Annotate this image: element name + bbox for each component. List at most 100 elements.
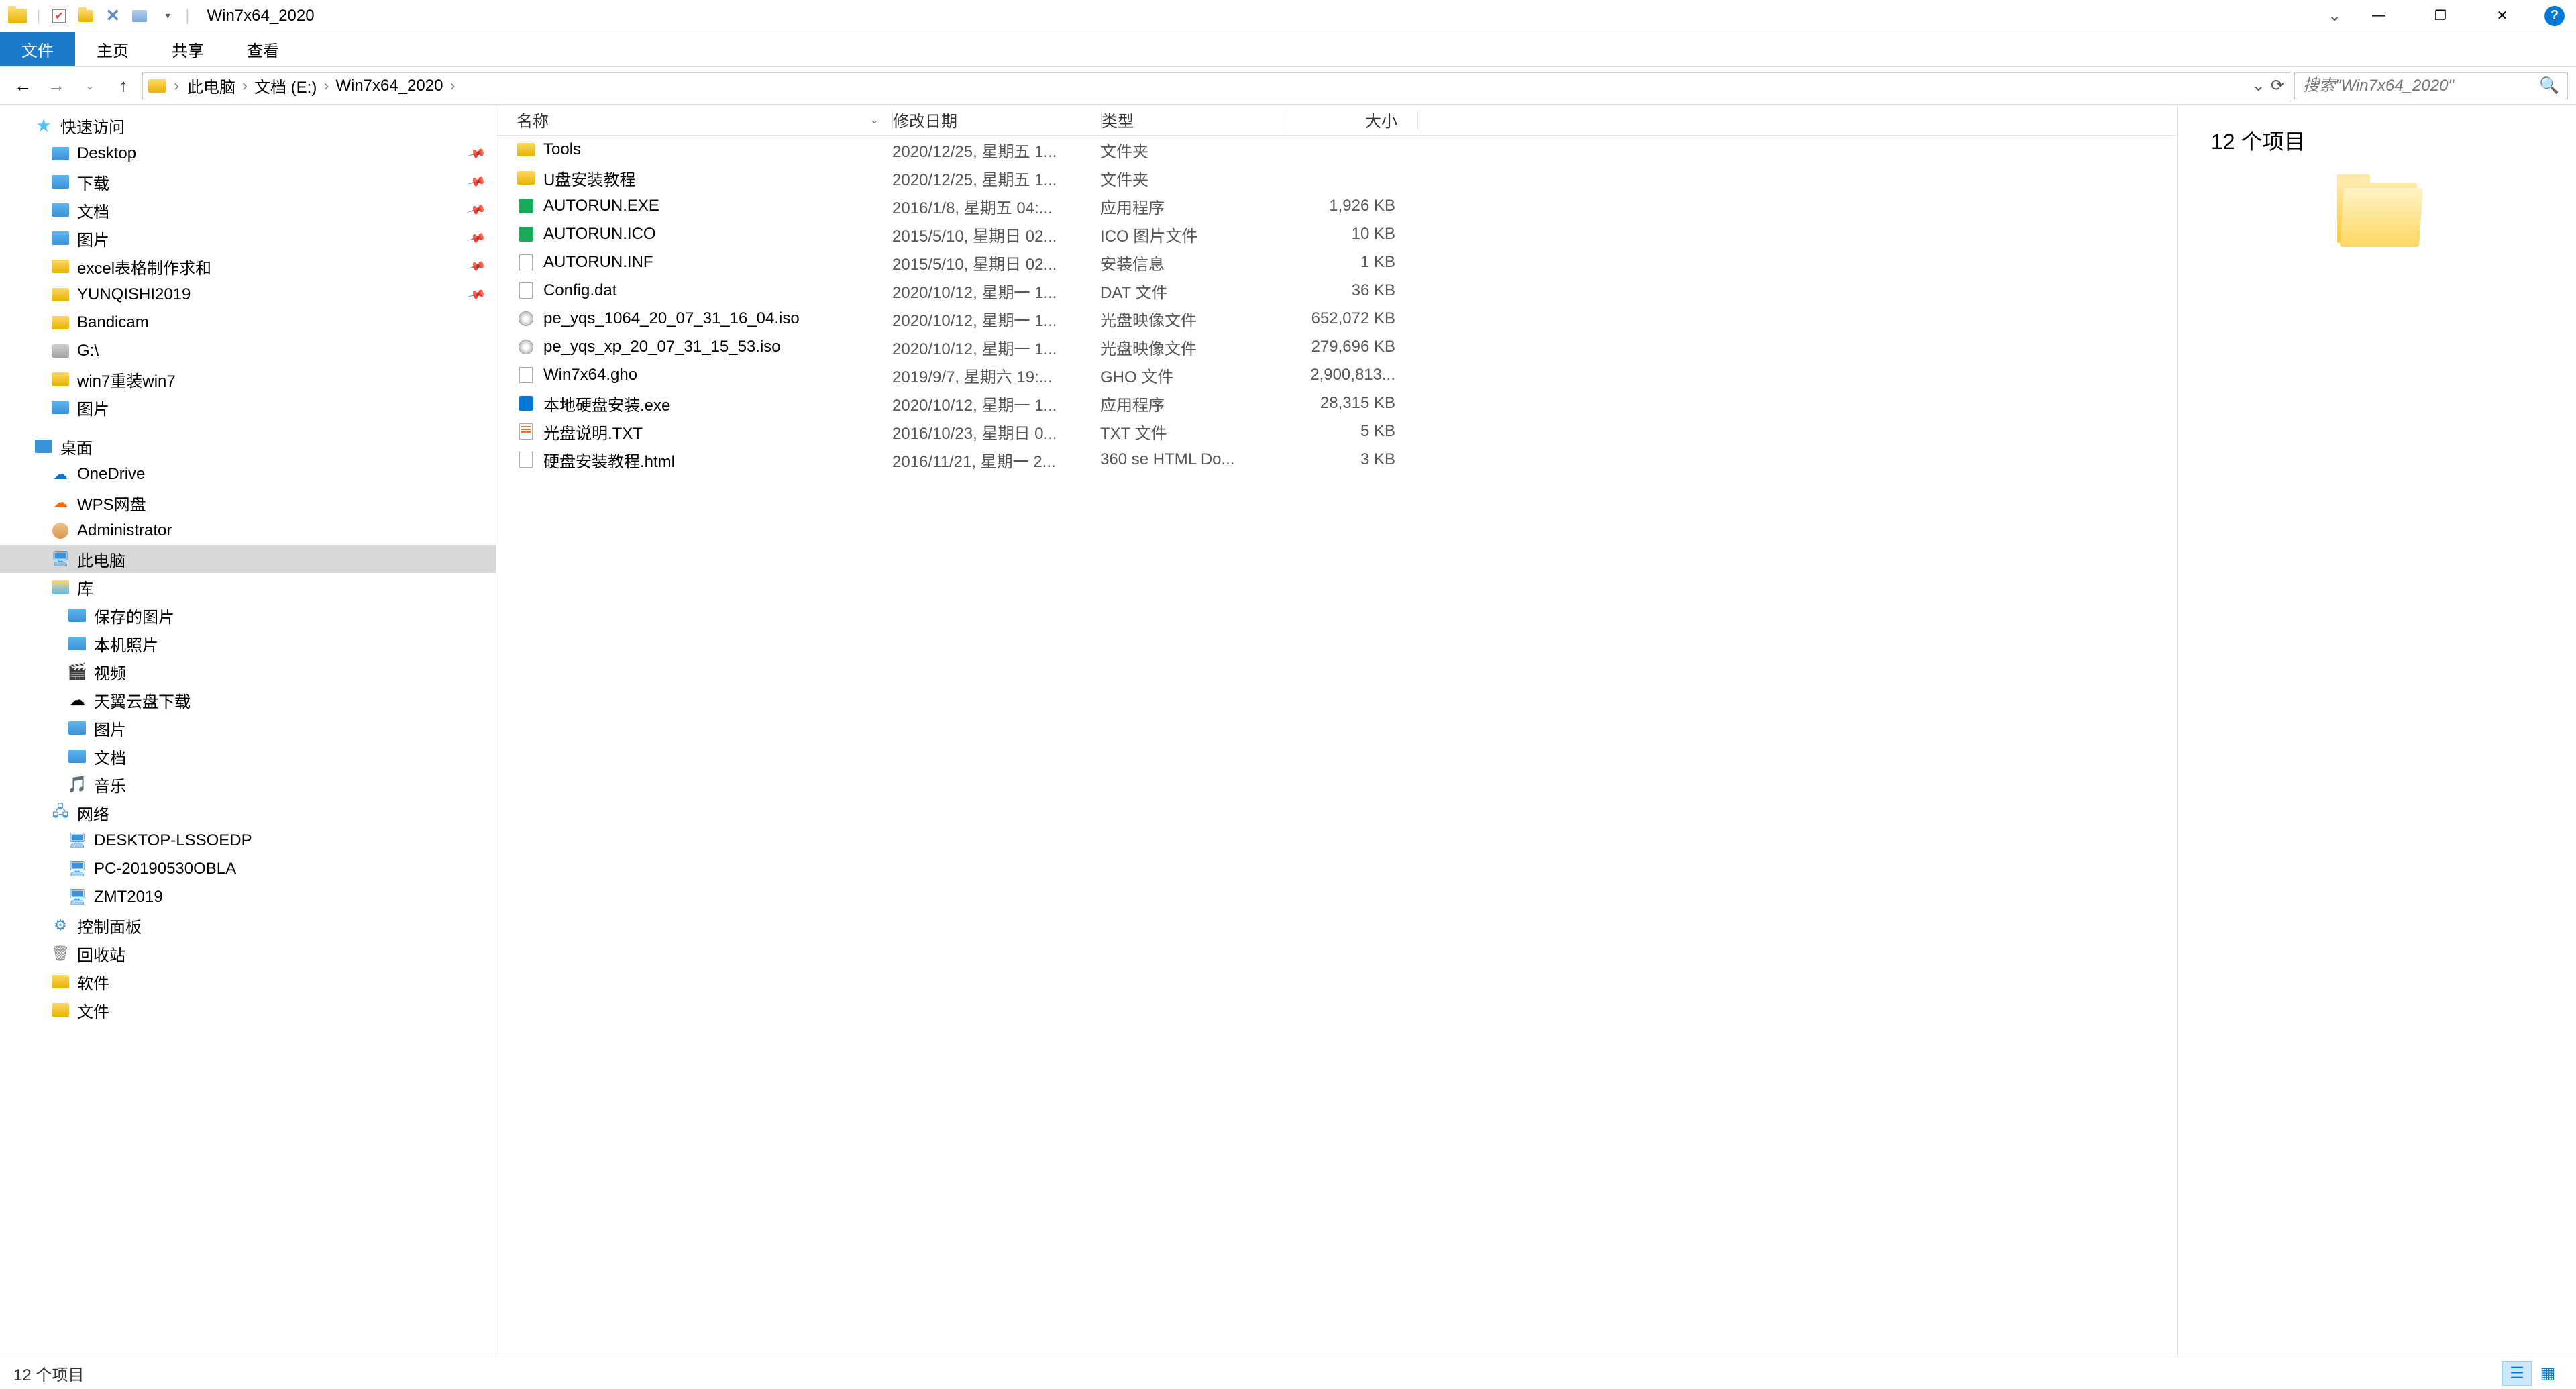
tree-lib-item[interactable]: 文档	[0, 742, 496, 770]
file-date: 2019/9/7, 星期六 19:...	[892, 364, 1100, 387]
breadcrumb-item[interactable]: Win7x64_2020	[335, 76, 443, 95]
tab-share[interactable]: 共享	[150, 32, 225, 66]
tree-label: 视频	[94, 660, 126, 684]
column-date[interactable]: 修改日期	[893, 108, 1101, 132]
refresh-icon[interactable]: ⟳	[2271, 76, 2284, 95]
maximize-button[interactable]: ❐	[2410, 0, 2471, 32]
window-title: Win7x64_2020	[207, 7, 314, 25]
tree-onedrive[interactable]: ☁OneDrive	[0, 460, 496, 488]
tree-lib-item[interactable]: 🎬视频	[0, 658, 496, 686]
file-date: 2015/5/10, 星期日 02...	[892, 251, 1100, 274]
minimize-button[interactable]: —	[2348, 0, 2410, 32]
tab-view[interactable]: 查看	[225, 32, 301, 66]
details-view-button[interactable]: ☰	[2502, 1361, 2532, 1386]
tree-label: 图片	[94, 717, 126, 740]
tree-network-pc[interactable]: 🖥ZMT2019	[0, 883, 496, 911]
pc-icon: 🖥	[67, 831, 87, 851]
qat-properties-icon[interactable]: ✔	[47, 4, 71, 28]
chevron-right-icon[interactable]: ›	[242, 76, 248, 95]
column-separator[interactable]	[1417, 111, 1418, 130]
tree-pictures[interactable]: 图片	[0, 393, 496, 421]
column-name[interactable]: 名称⌄	[496, 108, 892, 132]
tree-wps[interactable]: ☁WPS网盘	[0, 488, 496, 517]
qat-customize-icon[interactable]: ▾	[154, 4, 178, 28]
search-icon[interactable]: 🔍	[2539, 76, 2559, 95]
tree-label: YUNQISHI2019	[77, 285, 191, 304]
file-row[interactable]: U盘安装教程2020/12/25, 星期五 1...文件夹	[496, 164, 2177, 192]
tree-folder[interactable]: win7重装win7	[0, 365, 496, 393]
tree-folder[interactable]: Bandicam	[0, 309, 496, 337]
tab-home[interactable]: 主页	[75, 32, 150, 66]
column-type[interactable]: 类型	[1102, 108, 1283, 132]
tree-lib-item[interactable]: 本机照片	[0, 629, 496, 658]
tree-folder[interactable]: 文件	[0, 996, 496, 1024]
tree-lib-item[interactable]: 🎵音乐	[0, 770, 496, 799]
file-row[interactable]: Win7x64.gho2019/9/7, 星期六 19:...GHO 文件2,9…	[496, 361, 2177, 389]
back-button[interactable]: ←	[8, 71, 38, 101]
file-row[interactable]: 光盘说明.TXT2016/10/23, 星期日 0...TXT 文件5 KB	[496, 417, 2177, 446]
file-type: 360 se HTML Do...	[1100, 450, 1281, 469]
tree-network[interactable]: 🖧网络	[0, 799, 496, 827]
search-box[interactable]: 🔍	[2294, 72, 2568, 99]
music-icon: 🎵	[67, 774, 87, 794]
app-icon[interactable]	[5, 4, 30, 28]
tree-drive[interactable]: G:\	[0, 337, 496, 365]
tree-lib-item[interactable]: ☁天翼云盘下载	[0, 686, 496, 714]
tree-quick-access[interactable]: ★快速访问	[0, 111, 496, 140]
icons-view-button[interactable]: ▦	[2533, 1361, 2563, 1386]
qat-undo-icon[interactable]	[127, 4, 152, 28]
tree-control-panel[interactable]: ⚙控制面板	[0, 911, 496, 939]
tree-user[interactable]: Administrator	[0, 517, 496, 545]
file-size: 10 KB	[1281, 225, 1415, 244]
file-row[interactable]: AUTORUN.INF2015/5/10, 星期日 02...安装信息1 KB	[496, 248, 2177, 276]
tree-folder[interactable]: 软件	[0, 968, 496, 996]
tree-documents[interactable]: 文档📌	[0, 196, 496, 224]
file-row[interactable]: pe_yqs_1064_20_07_31_16_04.iso2020/10/12…	[496, 305, 2177, 333]
tab-file[interactable]: 文件	[0, 32, 75, 66]
breadcrumb-item[interactable]: 此电脑	[187, 74, 235, 97]
address-bar[interactable]: › 此电脑 › 文档 (E:) › Win7x64_2020 › ⌄⟳	[142, 72, 2290, 99]
tree-folder[interactable]: YUNQISHI2019📌	[0, 280, 496, 309]
up-button[interactable]: ↑	[109, 71, 138, 101]
chevron-right-icon[interactable]: ›	[323, 76, 329, 95]
help-button[interactable]: ?	[2538, 0, 2571, 32]
tree-downloads[interactable]: 下载📌	[0, 168, 496, 196]
file-row[interactable]: 硬盘安装教程.html2016/11/21, 星期一 2...360 se HT…	[496, 446, 2177, 474]
recent-locations-icon[interactable]: ⌄	[75, 71, 105, 101]
tree-recycle-bin[interactable]: 🗑回收站	[0, 939, 496, 968]
file-type: ICO 图片文件	[1100, 223, 1281, 246]
breadcrumb-item[interactable]: 文档 (E:)	[254, 74, 317, 97]
folder-icon	[50, 256, 70, 276]
forward-button[interactable]: →	[42, 71, 71, 101]
tree-desktop[interactable]: Desktop📌	[0, 140, 496, 168]
tree-lib-item[interactable]: 保存的图片	[0, 601, 496, 629]
column-size[interactable]: 大小	[1283, 108, 1417, 132]
tree-libraries[interactable]: 库	[0, 573, 496, 601]
tree-desktop-root[interactable]: 桌面	[0, 432, 496, 460]
address-dropdown[interactable]: ⌄⟳	[2252, 76, 2284, 95]
chevron-down-icon: ⌄	[2252, 76, 2265, 95]
qat-delete-icon[interactable]: ✕	[101, 4, 125, 28]
file-row[interactable]: 本地硬盘安装.exe2020/10/12, 星期一 1...应用程序28,315…	[496, 389, 2177, 417]
file-row[interactable]: Tools2020/12/25, 星期五 1...文件夹	[496, 136, 2177, 164]
chevron-right-icon[interactable]: ›	[449, 76, 455, 95]
chevron-right-icon[interactable]: ›	[174, 76, 179, 95]
file-row[interactable]: AUTORUN.ICO2015/5/10, 星期日 02...ICO 图片文件1…	[496, 220, 2177, 248]
qat-new-folder-icon[interactable]	[74, 4, 98, 28]
file-name: AUTORUN.ICO	[543, 225, 656, 244]
tree-this-pc[interactable]: 🖥此电脑	[0, 545, 496, 573]
tree-lib-item[interactable]: 图片	[0, 714, 496, 742]
file-row[interactable]: pe_yqs_xp_20_07_31_15_53.iso2020/10/12, …	[496, 333, 2177, 361]
tree-pictures[interactable]: 图片📌	[0, 224, 496, 252]
close-button[interactable]: ✕	[2471, 0, 2533, 32]
tree-folder[interactable]: excel表格制作求和📌	[0, 252, 496, 280]
tree-network-pc[interactable]: 🖥PC-20190530OBLA	[0, 855, 496, 883]
file-row[interactable]: Config.dat2020/10/12, 星期一 1...DAT 文件36 K…	[496, 276, 2177, 305]
search-input[interactable]	[2303, 76, 2539, 95]
navigation-tree[interactable]: ★快速访问 Desktop📌 下载📌 文档📌 图片📌 excel表格制作求和📌 …	[0, 105, 496, 1357]
tree-network-pc[interactable]: 🖥DESKTOP-LSSOEDP	[0, 827, 496, 855]
tree-label: 库	[77, 576, 93, 599]
ribbon-toggle-icon[interactable]: ⌄	[2321, 0, 2348, 32]
file-type: GHO 文件	[1100, 364, 1281, 387]
file-row[interactable]: AUTORUN.EXE2016/1/8, 星期五 04:...应用程序1,926…	[496, 192, 2177, 220]
